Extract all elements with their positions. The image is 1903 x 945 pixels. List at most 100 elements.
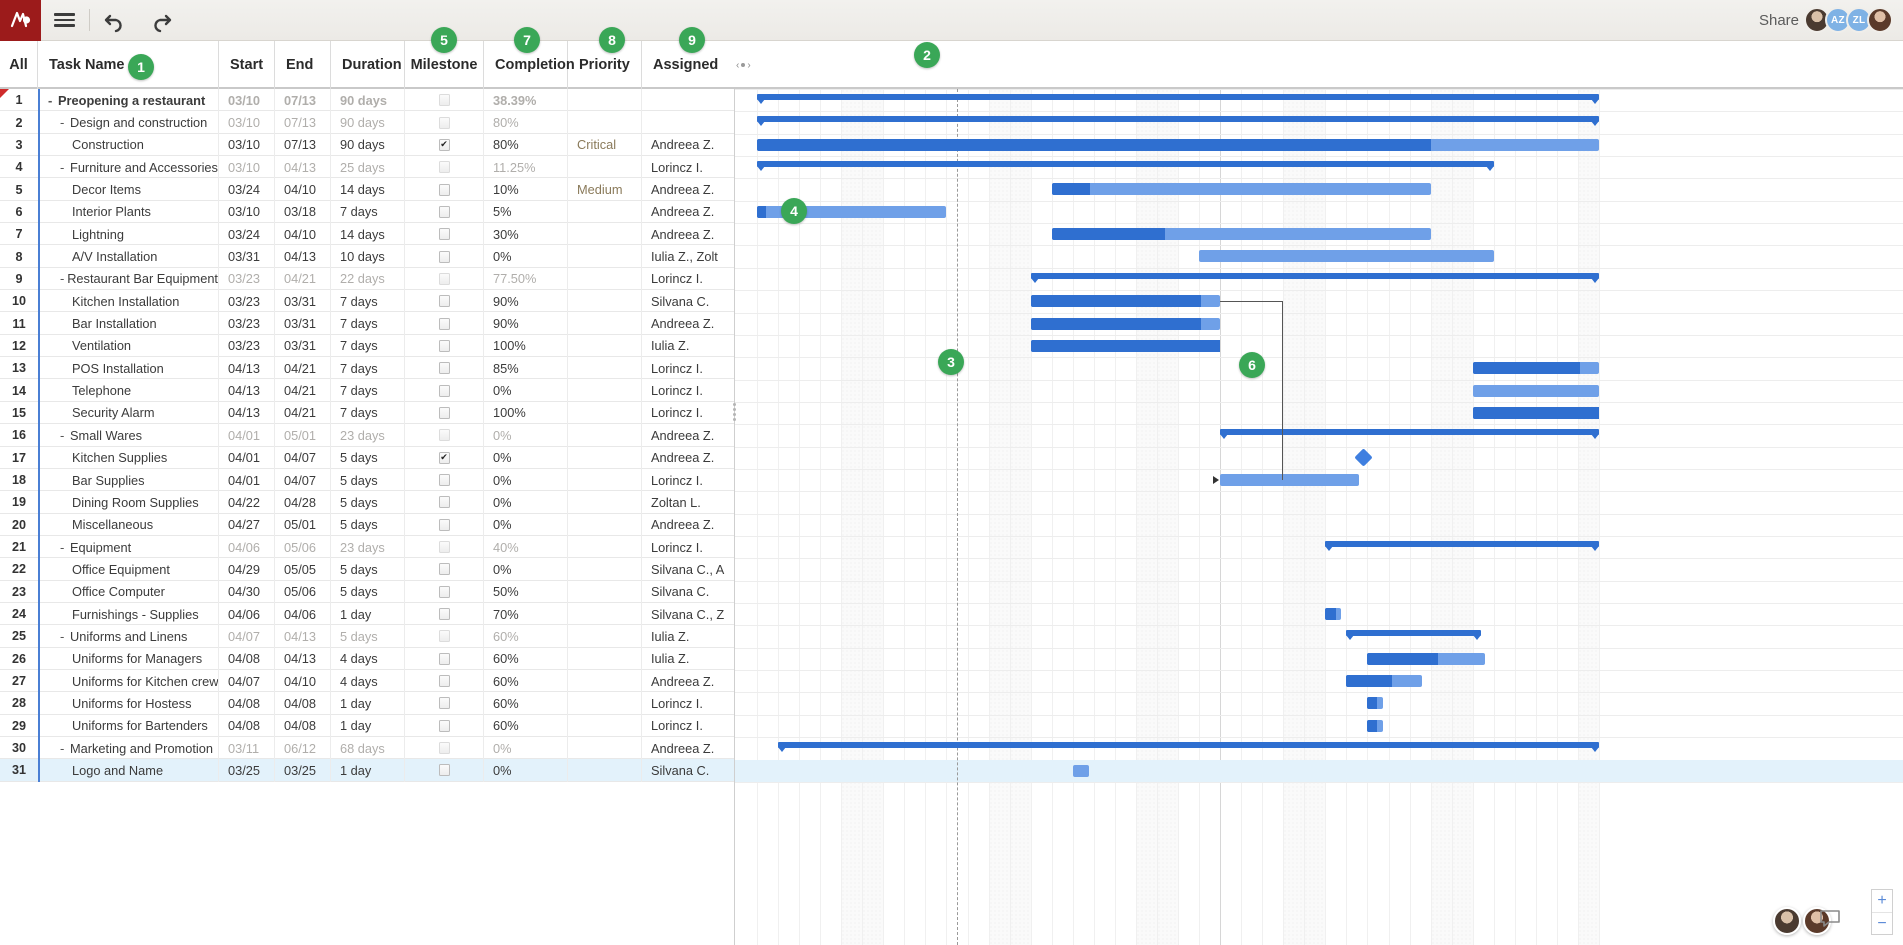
start-date-cell[interactable]: 04/08 (219, 692, 275, 715)
column-header-duration[interactable]: Duration (331, 41, 405, 89)
end-date-cell[interactable]: 07/13 (275, 111, 331, 134)
duration-cell[interactable]: 25 days (331, 156, 405, 179)
expand-toggle-icon[interactable]: - (60, 629, 70, 644)
end-date-cell[interactable]: 03/18 (275, 200, 331, 224)
milestone-checkbox[interactable] (438, 362, 450, 375)
start-date-cell[interactable]: 03/10 (219, 156, 275, 179)
task-bar[interactable] (1030, 295, 1221, 308)
assigned-cell[interactable]: Lorincz I. (642, 156, 734, 178)
priority-cell[interactable] (568, 156, 642, 179)
task-bar[interactable] (757, 138, 1599, 151)
start-date-cell[interactable]: 03/11 (219, 736, 275, 760)
milestone-cell[interactable] (405, 178, 484, 201)
assigned-cell[interactable]: Lorincz I. (642, 268, 734, 290)
task-bar[interactable] (1367, 719, 1384, 732)
assigned-cell[interactable]: Andreea Z. (642, 447, 734, 469)
assigned-cell[interactable]: Iulia Z. (642, 648, 734, 670)
end-date-cell[interactable]: 04/21 (275, 357, 331, 380)
duration-cell[interactable]: 10 days (331, 245, 405, 268)
duration-cell[interactable]: 1 day (331, 602, 405, 626)
duration-cell[interactable]: 7 days (331, 357, 405, 380)
end-date-cell[interactable]: 04/07 (275, 468, 331, 492)
duration-cell[interactable]: 5 days (331, 491, 405, 514)
milestone-cell[interactable] (405, 669, 484, 693)
task-bar[interactable] (1367, 652, 1486, 665)
milestone-cell[interactable] (405, 357, 484, 380)
milestone-checkbox[interactable] (438, 518, 450, 531)
completion-cell[interactable]: 60% (484, 625, 568, 648)
milestone-checkbox[interactable] (438, 406, 450, 419)
milestone-cell[interactable] (405, 89, 484, 112)
milestone-checkbox[interactable] (438, 675, 450, 688)
duration-cell[interactable]: 5 days (331, 446, 405, 469)
end-date-cell[interactable]: 04/10 (275, 669, 331, 693)
milestone-checkbox[interactable] (438, 94, 450, 107)
duration-cell[interactable]: 7 days (331, 379, 405, 402)
timeline-scroll-controls[interactable]: ‹ › (735, 41, 757, 89)
end-date-cell[interactable]: 05/01 (275, 424, 331, 447)
priority-cell[interactable]: Medium (568, 178, 642, 201)
table-row[interactable]: 6 Interior Plants 03/10 03/18 7 days 5% Andree… (0, 200, 734, 224)
end-date-cell[interactable]: 04/13 (275, 156, 331, 179)
completion-cell[interactable]: 0% (484, 468, 568, 492)
end-date-cell[interactable]: 04/21 (275, 267, 331, 291)
milestone-cell[interactable] (405, 245, 484, 268)
summary-bar[interactable] (757, 94, 1599, 104)
start-date-cell[interactable]: 03/25 (219, 759, 275, 782)
end-date-cell[interactable]: 04/08 (275, 692, 331, 715)
zoom-out-button[interactable]: − (1872, 912, 1892, 934)
completion-cell[interactable]: 40% (484, 535, 568, 559)
expand-toggle-icon[interactable]: - (60, 115, 70, 130)
milestone-cell[interactable] (405, 535, 484, 559)
end-date-cell[interactable]: 04/10 (275, 178, 331, 201)
assigned-cell[interactable]: Silvana C. (642, 759, 734, 781)
assigned-cell[interactable]: Andreea Z. (642, 514, 734, 536)
duration-cell[interactable]: 4 days (331, 669, 405, 693)
share-button[interactable]: Share (1759, 12, 1799, 29)
completion-cell[interactable]: 0% (484, 491, 568, 514)
priority-cell[interactable] (568, 446, 642, 469)
completion-cell[interactable]: 0% (484, 446, 568, 469)
completion-cell[interactable]: 11.25% (484, 156, 568, 179)
assigned-cell[interactable]: Iulia Z. (642, 625, 734, 647)
expand-toggle-icon[interactable]: - (60, 540, 70, 555)
table-row[interactable]: 20 Miscellaneous 04/27 05/01 5 days 0% Andreea… (0, 513, 734, 536)
priority-cell[interactable] (568, 357, 642, 380)
chat-icon[interactable] (1819, 908, 1841, 933)
start-date-cell[interactable]: 04/08 (219, 647, 275, 670)
table-row[interactable]: 22 Office Equipment 04/29 05/05 5 days 0% Silv… (0, 558, 734, 581)
milestone-checkbox[interactable] (438, 205, 450, 218)
milestone-checkbox[interactable] (438, 496, 450, 509)
column-header-end[interactable]: End (275, 41, 331, 89)
task-name-cell[interactable]: Office Equipment (38, 558, 219, 581)
milestone-checkbox[interactable] (438, 630, 450, 643)
priority-cell[interactable] (568, 669, 642, 693)
start-date-cell[interactable]: 03/10 (219, 89, 275, 112)
task-name-cell[interactable]: POS Installation (38, 357, 219, 380)
assigned-cell[interactable]: Lorincz I. (642, 469, 734, 491)
duration-cell[interactable]: 5 days (331, 580, 405, 603)
end-date-cell[interactable]: 05/01 (275, 513, 331, 536)
completion-cell[interactable]: 60% (484, 669, 568, 693)
assigned-cell[interactable]: Andreea Z. (642, 201, 734, 223)
duration-cell[interactable]: 5 days (331, 625, 405, 648)
table-row[interactable]: 1- Preopening a restaurant 03/10 07/13 90 da… (0, 89, 734, 112)
duration-cell[interactable]: 14 days (331, 223, 405, 246)
milestone-cell[interactable] (405, 156, 484, 179)
end-date-cell[interactable]: 06/12 (275, 736, 331, 760)
milestone-cell[interactable] (405, 692, 484, 715)
milestone-checkbox[interactable] (438, 563, 450, 576)
task-name-cell[interactable]: - Marketing and Promotion (38, 736, 219, 760)
assigned-cell[interactable]: Andreea Z. (642, 223, 734, 245)
priority-cell[interactable] (568, 759, 642, 782)
task-name-cell[interactable]: Construction (38, 133, 219, 157)
completion-cell[interactable]: 30% (484, 223, 568, 246)
summary-bar[interactable] (1325, 541, 1599, 551)
assigned-cell[interactable]: Silvana C. (642, 290, 734, 312)
priority-cell[interactable] (568, 334, 642, 358)
task-name-cell[interactable]: Uniforms for Hostess (38, 692, 219, 715)
table-row[interactable]: 8 A/V Installation 03/31 04/13 10 days 0% Iuli… (0, 245, 734, 268)
assigned-cell[interactable]: Lorincz I. (642, 692, 734, 714)
priority-cell[interactable] (568, 223, 642, 246)
duration-cell[interactable]: 1 day (331, 759, 405, 782)
